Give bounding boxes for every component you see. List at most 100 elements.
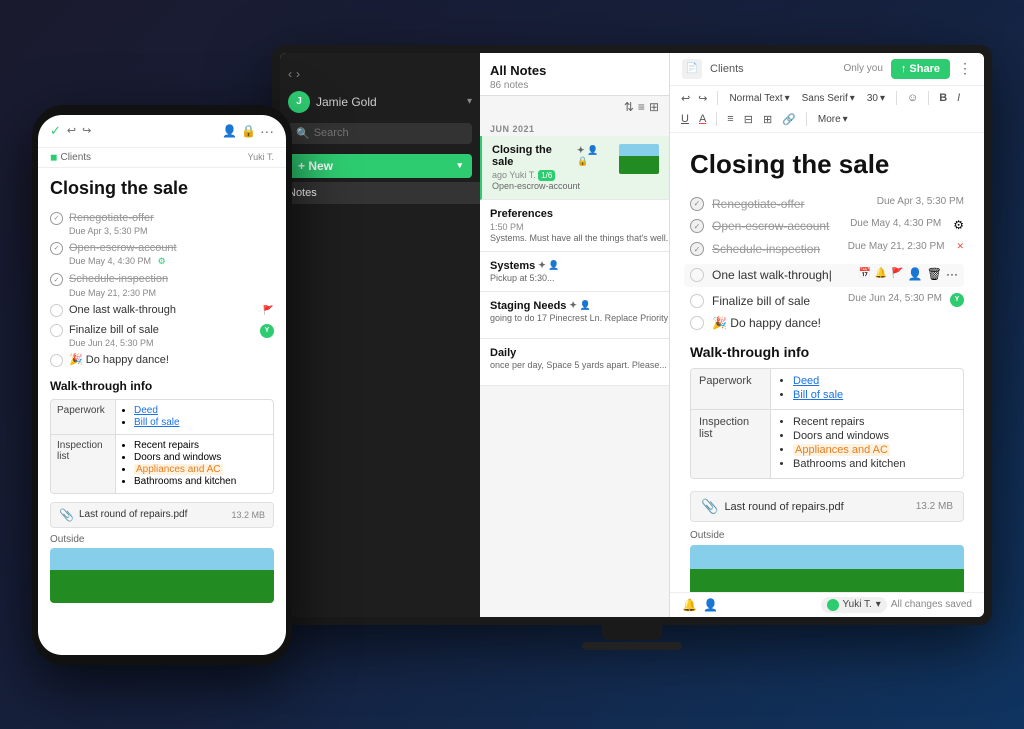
note-item-daily[interactable]: Daily once per day, Space 5 yards apart.… (480, 339, 669, 386)
note-item-systems[interactable]: Systems ✦ 👤 Pickup at 5:30... (480, 252, 669, 292)
bell-icon[interactable]: 🔔 (875, 268, 887, 279)
phone-task-checkbox[interactable] (50, 324, 63, 337)
author-name: Yuki T. (843, 599, 872, 610)
underline-button[interactable]: U (678, 111, 692, 127)
phone-task-checkbox[interactable] (50, 212, 63, 225)
dropdown-chevron: ▾ (843, 114, 848, 125)
task-text: 🎉 Do happy dance! (712, 315, 964, 332)
sidebar-item-notes[interactable]: Notes (280, 182, 480, 204)
editor-content[interactable]: Closing the sale Renegotiate-offer Due A… (670, 133, 984, 592)
font-dropdown[interactable]: Sans Serif ▾ (798, 91, 859, 106)
phone-attachment[interactable]: 📎 Last round of repairs.pdf 13.2 MB (50, 502, 274, 528)
search-input[interactable] (314, 127, 464, 139)
task-checkbox[interactable] (690, 294, 704, 308)
phone-task-item: Schedule-inspection Due May 21, 2:30 PM (50, 272, 274, 297)
bold-button[interactable]: B (936, 90, 950, 106)
color-button[interactable]: A (696, 111, 709, 127)
phone-more-icon[interactable]: ··· (260, 123, 274, 139)
phone-lock-icon[interactable]: 🔒 (241, 124, 256, 138)
phone-bill-link[interactable]: Bill of sale (134, 417, 180, 428)
editor-panel: 📄 Clients Only you ↑ Share ⋮ ↩ (670, 53, 984, 617)
new-button[interactable]: + New ▾ (288, 154, 472, 178)
phone-content[interactable]: Closing the sale Renegotiate-offer Due A… (38, 168, 286, 655)
phone-person-icon[interactable]: 👤 (222, 124, 237, 138)
phone-table-value: Recent repairs Doors and windows Applian… (116, 435, 273, 493)
indent-button[interactable]: ⊞ (760, 111, 775, 128)
bill-of-sale-link[interactable]: Bill of sale (793, 389, 843, 401)
more-toolbar-dropdown[interactable]: More ▾ (814, 112, 852, 127)
task-item-active[interactable]: One last walk-through| 📅 🔔 🚩 👤 🗑 ··· (684, 264, 964, 287)
person-status-icon[interactable]: 👤 (703, 598, 718, 612)
phone-topbar: ✓ ↩ ↪ 👤 🔒 ··· (38, 115, 286, 148)
emoji-button[interactable]: ☺ (904, 90, 921, 106)
phone-task-date: Due Apr 3, 5:30 PM (69, 226, 154, 236)
attachment-bar[interactable]: 📎 Last round of repairs.pdf 13.2 MB (690, 491, 964, 522)
person-icon[interactable]: 👤 (908, 267, 923, 281)
phone-attachment-size: 13.2 MB (231, 510, 265, 520)
calendar-icon[interactable]: 📅 (858, 268, 870, 279)
forward-arrow-icon[interactable]: › (296, 67, 300, 81)
phone-task-checkbox[interactable] (50, 354, 63, 367)
sort-icon[interactable]: ≡ (638, 100, 645, 114)
task-checkbox[interactable] (690, 197, 704, 211)
text-style-dropdown[interactable]: Normal Text ▾ (725, 91, 793, 106)
author-chip[interactable]: Yuki T. ▾ (821, 597, 887, 613)
flag-icon[interactable]: 🚩 (891, 268, 903, 279)
task-settings-icon[interactable]: ⚙ (953, 218, 964, 232)
bullet-list-button[interactable]: ≡ (724, 111, 736, 127)
monitor-stand (602, 625, 662, 640)
note-item-staging[interactable]: Staging Needs ✦ 👤 going to do 17 Pinecre… (480, 292, 669, 339)
note-item-preferences[interactable]: Preferences 1:50 PM Systems. Must have a… (480, 200, 669, 252)
notes-list-panel: All Notes 86 notes ⇅ ≡ ⊞ JUN 2021 Closin… (480, 53, 670, 617)
toolbar-separator (717, 91, 718, 105)
note-preview: Systems. Must have all the things that's… (490, 233, 670, 243)
phone-deed-link[interactable]: Deed (134, 405, 158, 416)
table-label: Inspection list (691, 410, 771, 478)
more-options-icon[interactable]: ⋮ (958, 60, 972, 77)
user-dropdown-icon[interactable]: ▾ (467, 96, 472, 107)
note-icons: ✦ 👤 (569, 300, 590, 311)
status-right: Yuki T. ▾ All changes saved (821, 597, 972, 613)
task-checkbox[interactable] (690, 242, 704, 256)
search-bar[interactable]: 🔍 (288, 123, 472, 144)
note-title: Preferences (490, 208, 670, 220)
font-size-dropdown[interactable]: 30 ▾ (863, 91, 889, 106)
italic-button[interactable]: I (954, 90, 963, 106)
share-button[interactable]: ↑ Share (891, 59, 950, 79)
phone-screen: ✓ ↩ ↪ 👤 🔒 ··· ◼ Clients Yuki T. Closing … (38, 115, 286, 655)
user-name: Jamie Gold (316, 95, 461, 109)
task-due-date: Due Jun 24, 5:30 PM (848, 293, 942, 304)
desktop-monitor: ‹ › J Jamie Gold ▾ 🔍 + New ▾ Notes (272, 45, 992, 625)
phone-task-checkbox[interactable] (50, 273, 63, 286)
numbered-list-button[interactable]: ⊟ (741, 111, 756, 128)
author-avatar-dot (827, 599, 839, 611)
redo-button[interactable]: ↪ (695, 90, 710, 107)
more-icon[interactable]: ··· (946, 267, 958, 281)
list-item: Recent repairs (134, 440, 267, 451)
undo-button[interactable]: ↩ (678, 90, 693, 107)
phone-breadcrumb-icon[interactable]: ◼ (50, 152, 57, 163)
task-item: Renegotiate-offer Due Apr 3, 5:30 PM (690, 196, 964, 213)
phone-topbar-actions: 👤 🔒 ··· (222, 123, 274, 139)
back-arrow-icon[interactable]: ‹ (288, 67, 292, 81)
phone-redo-icon[interactable]: ↪ (82, 124, 91, 137)
phone-appliances-item: Appliances and AC (134, 464, 223, 475)
trash-icon[interactable]: 🗑 (927, 267, 942, 281)
grid-icon[interactable]: ⊞ (649, 100, 659, 114)
task-checkbox[interactable] (690, 219, 704, 233)
link-button[interactable]: 🔗 (779, 111, 799, 128)
note-item-closing-sale[interactable]: Closing the sale ✦ 👤 🔒 ago Yuki T. 1/6 O… (480, 136, 669, 200)
phone-undo-icon[interactable]: ↩ (67, 124, 76, 137)
notes-count: 86 notes (490, 80, 659, 91)
phone-task-icons: 🚩 (263, 305, 274, 316)
filter-icon[interactable]: ⇅ (624, 100, 634, 114)
user-section[interactable]: J Jamie Gold ▾ (280, 87, 480, 117)
bell-status-icon[interactable]: 🔔 (682, 598, 697, 612)
phone-settings-icon[interactable]: ⚙ (158, 256, 166, 266)
note-meta: ago Yuki T. 1/6 (492, 170, 611, 180)
task-checkbox[interactable] (690, 268, 704, 282)
deed-link[interactable]: Deed (793, 375, 819, 387)
phone-task-checkbox[interactable] (50, 304, 63, 317)
task-checkbox[interactable] (690, 316, 704, 330)
phone-task-checkbox[interactable] (50, 242, 63, 255)
